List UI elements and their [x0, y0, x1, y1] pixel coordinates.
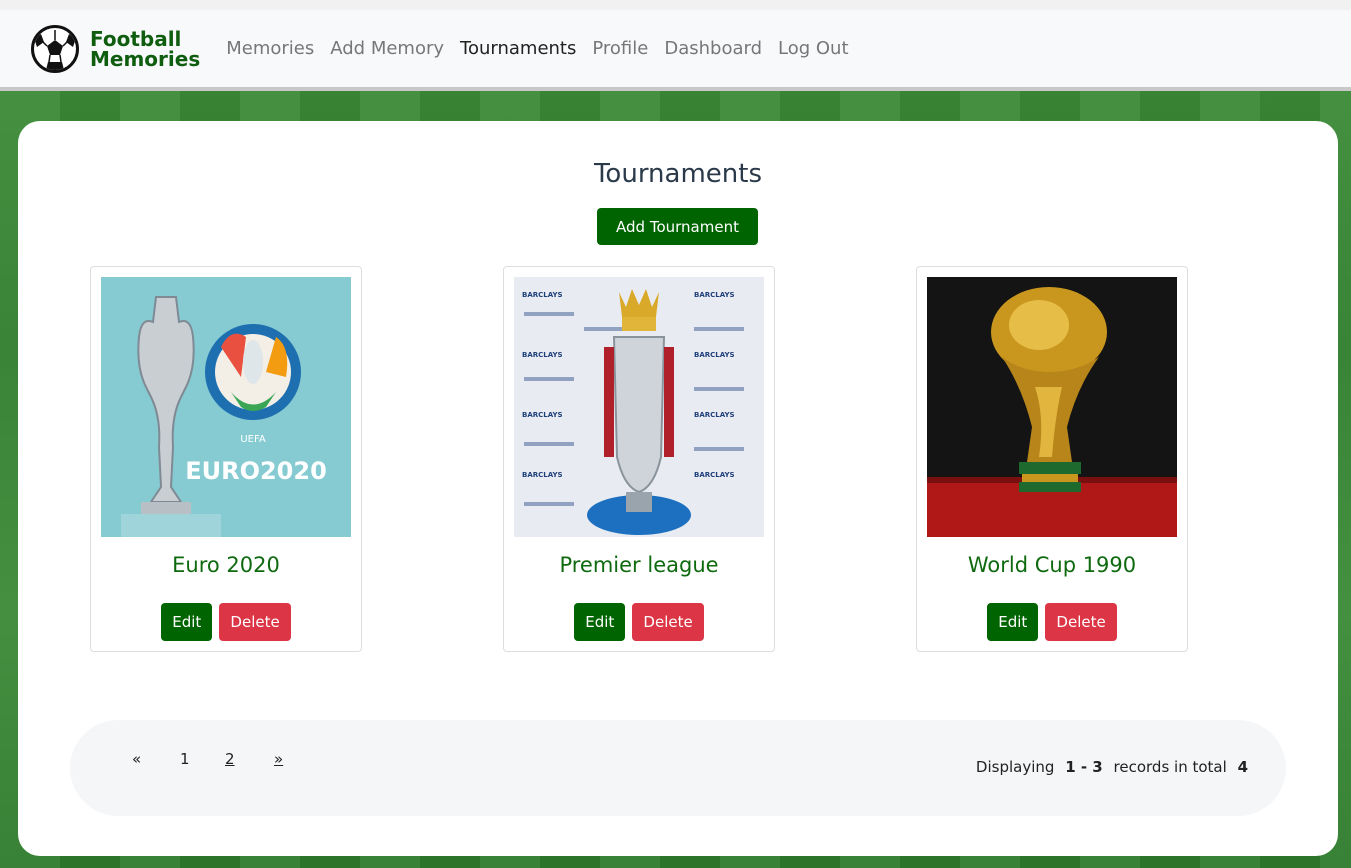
tournament-image-euro: UEFA EURO2020: [101, 277, 351, 537]
main-nav: Memories Add Memory Tournaments Profile …: [226, 38, 864, 59]
delete-button[interactable]: Delete: [219, 603, 291, 641]
summary-range: 1 - 3: [1065, 758, 1103, 776]
euro-logo-sub: UEFA: [240, 434, 265, 445]
nav-dashboard[interactable]: Dashboard: [664, 38, 762, 59]
pagination-page-2[interactable]: 2: [225, 750, 235, 768]
tournament-card-world-cup-1990: World Cup 1990 Edit Delete: [916, 266, 1188, 652]
tournament-card-euro-2020: UEFA EURO2020 Euro 2020 Edit Delete: [90, 266, 362, 652]
summary-mid: records in total: [1113, 758, 1227, 776]
nav-add-memory[interactable]: Add Memory: [330, 38, 444, 59]
sponsor-text: BARCLAYS: [694, 291, 735, 299]
sponsor-text: BARCLAYS: [522, 291, 563, 299]
tournament-name: Premier league: [559, 553, 719, 577]
brand-line-2: Memories: [90, 46, 201, 71]
sponsor-text: BARCLAYS: [522, 411, 563, 419]
tournament-actions: Edit Delete: [504, 603, 774, 641]
pagination-bar: « 1 2 » Displaying 1 - 3 records in tota…: [70, 720, 1286, 816]
nav-tournaments[interactable]: Tournaments: [460, 38, 576, 59]
sponsor-text: BARCLAYS: [694, 411, 735, 419]
tournament-name: World Cup 1990: [967, 553, 1137, 577]
add-tournament-button[interactable]: Add Tournament: [597, 208, 758, 245]
sponsor-text: BARCLAYS: [694, 351, 735, 359]
nav-profile[interactable]: Profile: [592, 38, 648, 59]
navbar: Football Memories Memories Add Memory To…: [0, 10, 1351, 91]
sponsor-text: BARCLAYS: [694, 471, 735, 479]
records-summary: Displaying 1 - 3 records in total 4: [976, 758, 1254, 776]
tournament-image-premier: BARCLAYS BARCLAYS BARCLAYS BARCLAYS BARC…: [514, 277, 764, 537]
edit-button[interactable]: Edit: [987, 603, 1039, 641]
sponsor-text: BARCLAYS: [522, 471, 563, 479]
brand-line-1: Football: [90, 26, 182, 51]
edit-button[interactable]: Edit: [161, 603, 213, 641]
nav-memories[interactable]: Memories: [226, 38, 314, 59]
pagination-next[interactable]: »: [274, 750, 283, 768]
football-icon: [31, 24, 79, 73]
sponsor-text: BARCLAYS: [522, 351, 563, 359]
tournaments-panel: Tournaments Add Tournament UEFA EURO2020…: [18, 121, 1338, 856]
tournament-card-premier-league: BARCLAYS BARCLAYS BARCLAYS BARCLAYS BARC…: [503, 266, 775, 652]
delete-button[interactable]: Delete: [1045, 603, 1117, 641]
summary-prefix: Displaying: [975, 758, 1055, 776]
tournament-actions: Edit Delete: [91, 603, 361, 641]
tournament-image-world-cup: [927, 277, 1177, 537]
pagination-prev[interactable]: «: [132, 750, 141, 768]
tournament-actions: Edit Delete: [917, 603, 1187, 641]
edit-button[interactable]: Edit: [574, 603, 626, 641]
page-title: Tournaments: [593, 159, 763, 189]
nav-log-out[interactable]: Log Out: [778, 38, 849, 59]
delete-button[interactable]: Delete: [632, 603, 704, 641]
tournament-name: Euro 2020: [172, 553, 280, 577]
brand-name: Football Memories: [90, 29, 200, 69]
pagination-page-1[interactable]: 1: [180, 750, 190, 768]
euro-logo-text: EURO2020: [185, 457, 327, 485]
brand-logo[interactable]: Football Memories: [31, 24, 200, 73]
summary-total: 4: [1237, 758, 1248, 776]
